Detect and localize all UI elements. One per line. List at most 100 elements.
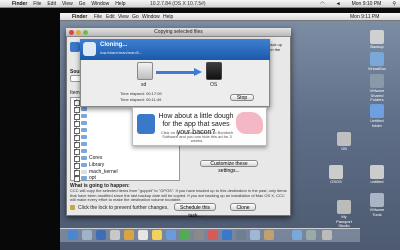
folder-icon: [370, 52, 384, 66]
host-menu-bar: Finder File Edit View Go Window Help 10.…: [0, 0, 400, 8]
desktop-icon-label: OSOS: [330, 179, 342, 184]
folder-icon: [81, 135, 87, 139]
ccc-logo-icon: [137, 114, 155, 134]
desktop-icon-gb[interactable]: GB: [333, 132, 355, 152]
cloning-label: Cloning...: [100, 42, 128, 48]
list-item[interactable]: opt: [71, 174, 179, 182]
remote-menu-help[interactable]: Help: [163, 14, 173, 20]
desktop-icon-label: Backup: [370, 44, 384, 49]
desktop-icon-untitled[interactable]: untitled: [366, 165, 388, 185]
textedit-dock-icon[interactable]: [264, 230, 274, 240]
preview-dock-icon[interactable]: [250, 230, 260, 240]
drive-icon: [370, 30, 384, 44]
downloads-stack-icon[interactable]: [292, 230, 302, 240]
desktop-icon-label: GB: [341, 146, 347, 151]
desktop-icon-virtualbox[interactable]: VirtualBox: [366, 52, 388, 72]
menu-go[interactable]: Go: [79, 1, 86, 7]
ccc-logo-icon: [70, 42, 80, 52]
list-item-label: Library: [89, 162, 105, 168]
remote-menu-bar: Finder File Edit View Go Window Help Mon…: [60, 13, 400, 21]
list-item[interactable]: [71, 147, 179, 155]
folder-icon: [81, 114, 87, 118]
menu-help[interactable]: Help: [115, 1, 125, 7]
clone-button[interactable]: Clone: [230, 203, 256, 211]
menu-view[interactable]: View: [62, 1, 73, 7]
wifi-icon[interactable]: ◠: [320, 1, 324, 7]
spotlight-icon[interactable]: ⚲: [392, 1, 396, 7]
drive-icon: [329, 165, 343, 179]
remote-menu-go[interactable]: Go: [132, 14, 139, 20]
arrow-head-icon: [194, 68, 202, 76]
menu-edit[interactable]: Edit: [47, 1, 56, 7]
desktop-icon-my-passport[interactable]: My Passport Studio: [333, 200, 355, 229]
folder-icon: [81, 156, 87, 160]
folder-icon: [81, 149, 87, 153]
desktop-icon-label: VMware Shared Folders: [369, 88, 385, 102]
menu-window[interactable]: Window: [91, 1, 109, 7]
remote-menu-finder[interactable]: Finder: [72, 14, 87, 20]
documents-stack-icon[interactable]: [306, 230, 316, 240]
finder-dock-icon[interactable]: [68, 230, 78, 240]
window-title: Copying selected files: [154, 29, 203, 35]
desktop-icon-label: My Passport Studio: [336, 214, 352, 228]
desktop-icon-untitled-folder[interactable]: Untitled folder: [366, 104, 388, 128]
time-elapsed: Time elapsed: 00:17:09: [120, 91, 162, 96]
list-item[interactable]: Library: [71, 161, 179, 169]
folder-icon: [81, 176, 87, 180]
ccc-title-bar[interactable]: Copying selected files: [66, 28, 291, 37]
contacts-dock-icon[interactable]: [124, 230, 134, 240]
remote-menu-edit[interactable]: Edit: [106, 14, 115, 20]
desktop-icon-vmware-shared[interactable]: VMware Shared Folders: [366, 74, 388, 103]
folder-icon: [81, 107, 87, 111]
remote-menu-view[interactable]: View: [118, 14, 129, 20]
trash-icon[interactable]: [322, 230, 332, 240]
item-checkbox[interactable]: [74, 174, 80, 182]
time-remaining: Time elapsed: 00:11:49: [120, 97, 162, 102]
system-preferences-dock-icon[interactable]: [194, 230, 204, 240]
app-store-dock-icon[interactable]: [166, 230, 176, 240]
terminal-dock-icon[interactable]: [236, 230, 246, 240]
file-icon: [81, 170, 87, 174]
source-drive-label: sd: [141, 82, 147, 88]
remote-clock-text[interactable]: Mon 9:11 PM: [350, 14, 379, 20]
list-item[interactable]: Cores: [71, 154, 179, 162]
drive-icon: [337, 132, 351, 146]
customize-settings-button[interactable]: Customize these settings...: [200, 160, 258, 174]
lock-icon[interactable]: [70, 205, 75, 210]
cloning-detail: /usr/share/man/man3/...: [100, 50, 143, 55]
desktop-icon-vmware-tools[interactable]: VMware Tools: [366, 193, 388, 217]
folder-icon: [81, 121, 87, 125]
volume-icon[interactable]: ◄: [336, 1, 341, 7]
vnc-window-title: 10.2.7.84 (OS X 10.7.5#): [150, 1, 206, 7]
list-item-label: opt: [89, 175, 96, 181]
desktop-icon-osos[interactable]: OSOS: [325, 165, 347, 185]
desktop-icon-label: VMware Tools: [369, 207, 385, 217]
safari-dock-icon[interactable]: [96, 230, 106, 240]
desktop-icon-label: VirtualBox: [367, 66, 387, 71]
right-side-text: back up om the: [268, 42, 283, 52]
mail-dock-icon[interactable]: [110, 230, 120, 240]
calendar-dock-icon[interactable]: [138, 230, 148, 240]
bacon-pig-icon[interactable]: [236, 112, 263, 134]
folder-icon: [81, 163, 87, 167]
facetime-dock-icon[interactable]: [180, 230, 190, 240]
remote-menu-file[interactable]: File: [94, 14, 102, 20]
destination-drive-label: OS: [210, 82, 218, 88]
ccc-dock-icon[interactable]: [222, 230, 232, 240]
clock-text[interactable]: Mon 9:10 PM: [352, 1, 382, 7]
ccc-logo-icon: [83, 42, 96, 56]
destination-drive-icon: [206, 62, 222, 80]
menu-finder[interactable]: Finder: [12, 1, 27, 7]
launchpad-dock-icon[interactable]: [82, 230, 92, 240]
disk-image-icon: [370, 193, 384, 207]
itunes-dock-icon[interactable]: [208, 230, 218, 240]
menu-bar-status: ◠ ◄ Mon 9:10 PM ⚲: [314, 1, 396, 7]
stop-button[interactable]: Stop: [230, 94, 254, 101]
remote-menu-window[interactable]: Window: [142, 14, 160, 20]
drive-icon: [370, 165, 384, 179]
desktop-icon-backup[interactable]: Backup: [366, 30, 388, 50]
arrow-icon: [156, 71, 196, 74]
menu-file[interactable]: File: [33, 1, 41, 7]
schedule-task-button[interactable]: Schedule this task...: [174, 203, 216, 219]
notes-dock-icon[interactable]: [152, 230, 162, 240]
